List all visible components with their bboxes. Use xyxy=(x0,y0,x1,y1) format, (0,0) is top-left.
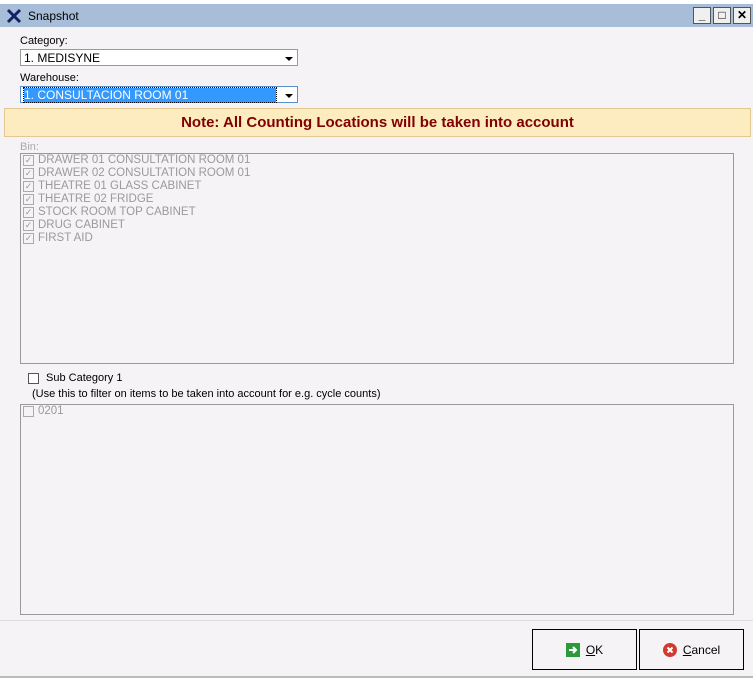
maximize-button[interactable]: □ xyxy=(713,7,731,24)
checkbox-icon[interactable] xyxy=(23,406,34,417)
cancel-label: Cancel xyxy=(682,642,721,657)
list-item-label: DRAWER 01 CONSULTATION ROOM 01 xyxy=(38,154,251,166)
chevron-down-icon xyxy=(285,57,293,61)
checked-checkbox-icon[interactable]: ✓ xyxy=(23,181,34,192)
list-item[interactable]: ✓ STOCK ROOM TOP CABINET xyxy=(21,206,733,219)
bin-label: Bin: xyxy=(20,141,39,153)
list-item-label: DRUG CABINET xyxy=(38,219,125,231)
checkbox-icon xyxy=(28,372,39,384)
category-value: 1. MEDISYNE xyxy=(24,51,101,65)
sub-category-checkbox[interactable]: Sub Category 1 xyxy=(28,372,122,384)
cancel-button[interactable]: Cancel xyxy=(639,629,744,670)
cancel-icon xyxy=(662,642,677,657)
checked-checkbox-icon[interactable]: ✓ xyxy=(23,207,34,218)
bin-list[interactable]: ✓ DRAWER 01 CONSULTATION ROOM 01 ✓ DRAWER 0… xyxy=(20,153,734,364)
ok-button[interactable]: OK xyxy=(532,629,637,670)
list-item-label: FIRST AID xyxy=(38,232,93,244)
category-label: Category: xyxy=(20,35,68,47)
warehouse-dropdown[interactable]: 1. CONSULTACION ROOM 01 xyxy=(20,86,298,103)
list-item-label: THEATRE 01 GLASS CABINET xyxy=(38,180,202,192)
chevron-down-icon xyxy=(285,94,293,98)
ok-label: OK xyxy=(585,642,604,657)
checked-checkbox-icon[interactable]: ✓ xyxy=(23,233,34,244)
window-title: Snapshot xyxy=(28,8,79,23)
list-item[interactable]: 0201 xyxy=(21,405,733,418)
minimize-button[interactable]: _ xyxy=(693,7,711,24)
list-item-label: DRAWER 02 CONSULTATION ROOM 01 xyxy=(38,167,251,179)
note-banner: Note: All Counting Locations will be tak… xyxy=(4,108,751,137)
list-item-label: STOCK ROOM TOP CABINET xyxy=(38,206,196,218)
snapshot-window: Snapshot _ □ ✕ Category: 1. MEDISYNE War… xyxy=(0,4,753,678)
list-item[interactable]: ✓ DRUG CABINET xyxy=(21,219,733,232)
list-item[interactable]: ✓ FIRST AID xyxy=(21,232,733,245)
category-dropdown[interactable]: 1. MEDISYNE xyxy=(20,49,298,66)
list-item[interactable]: ✓ DRAWER 01 CONSULTATION ROOM 01 xyxy=(21,154,733,167)
warehouse-label: Warehouse: xyxy=(20,72,79,84)
arrow-right-icon xyxy=(565,642,580,657)
checked-checkbox-icon[interactable]: ✓ xyxy=(23,194,34,205)
warehouse-value: 1. CONSULTACION ROOM 01 xyxy=(23,87,277,103)
sub-category-list[interactable]: 0201 xyxy=(20,404,734,615)
list-item[interactable]: ✓ DRAWER 02 CONSULTATION ROOM 01 xyxy=(21,167,733,180)
close-button[interactable]: ✕ xyxy=(733,7,751,24)
list-item-label: 0201 xyxy=(38,405,64,417)
checked-checkbox-icon[interactable]: ✓ xyxy=(23,220,34,231)
sub-category-hint: (Use this to filter on items to be taken… xyxy=(32,388,381,400)
app-icon xyxy=(6,8,22,23)
list-item-label: THEATRE 02 FRIDGE xyxy=(38,193,154,205)
list-item[interactable]: ✓ THEATRE 01 GLASS CABINET xyxy=(21,180,733,193)
checked-checkbox-icon[interactable]: ✓ xyxy=(23,155,34,166)
divider xyxy=(0,620,753,621)
title-bar: Snapshot _ □ ✕ xyxy=(0,4,753,27)
checked-checkbox-icon[interactable]: ✓ xyxy=(23,168,34,179)
sub-category-label: Sub Category 1 xyxy=(46,372,123,384)
list-item[interactable]: ✓ THEATRE 02 FRIDGE xyxy=(21,193,733,206)
